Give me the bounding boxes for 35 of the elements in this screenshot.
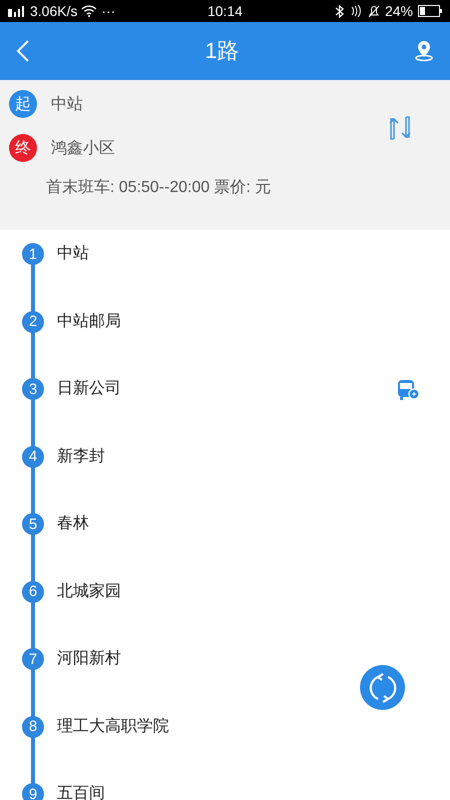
stop-name[interactable]: 理工大高职学院 xyxy=(57,716,169,738)
stop-name[interactable]: 春林 xyxy=(57,513,89,535)
stop-name[interactable]: 五百间 xyxy=(57,783,105,800)
stop-number: 3 xyxy=(22,378,44,400)
start-badge: 起 xyxy=(9,90,37,118)
stop-number: 4 xyxy=(22,446,44,468)
stop-name[interactable]: 中站邮局 xyxy=(57,310,121,332)
battery-percent: 24% xyxy=(384,3,414,19)
stop-number: 5 xyxy=(22,513,44,535)
bell-off-icon xyxy=(368,4,380,18)
end-station: 鸿鑫小区 xyxy=(51,138,115,158)
wifi-icon xyxy=(81,5,98,17)
end-badge: 终 xyxy=(9,134,37,162)
refresh-button[interactable] xyxy=(360,665,405,710)
stop-name[interactable]: 新李封 xyxy=(57,446,105,468)
stop-number: 9 xyxy=(22,783,44,800)
stop-name[interactable]: 日新公司 xyxy=(57,378,121,400)
stop-name[interactable]: 北城家园 xyxy=(57,580,121,602)
stop-number: 2 xyxy=(22,310,44,332)
stop-name[interactable]: 河阳新村 xyxy=(57,648,121,670)
bluetooth-icon xyxy=(334,4,344,18)
network-speed: 3.06K/s xyxy=(30,3,78,19)
nfc-icon xyxy=(348,5,363,17)
page-title: 1路 xyxy=(204,37,240,65)
signal-icon xyxy=(8,5,26,17)
stop-number: 1 xyxy=(22,243,44,265)
battery-icon xyxy=(418,5,442,17)
stop-number: 8 xyxy=(22,716,44,738)
more-notifications: ··· xyxy=(101,3,116,19)
start-station: 中站 xyxy=(51,94,83,114)
stop-number: 7 xyxy=(22,648,44,670)
stop-number: 6 xyxy=(22,580,44,602)
stop-name[interactable]: 中站 xyxy=(57,243,89,265)
schedule-text: 首末班车: 05:50--20:00 票价: 元 xyxy=(46,178,271,198)
clock: 10:14 xyxy=(207,3,243,19)
